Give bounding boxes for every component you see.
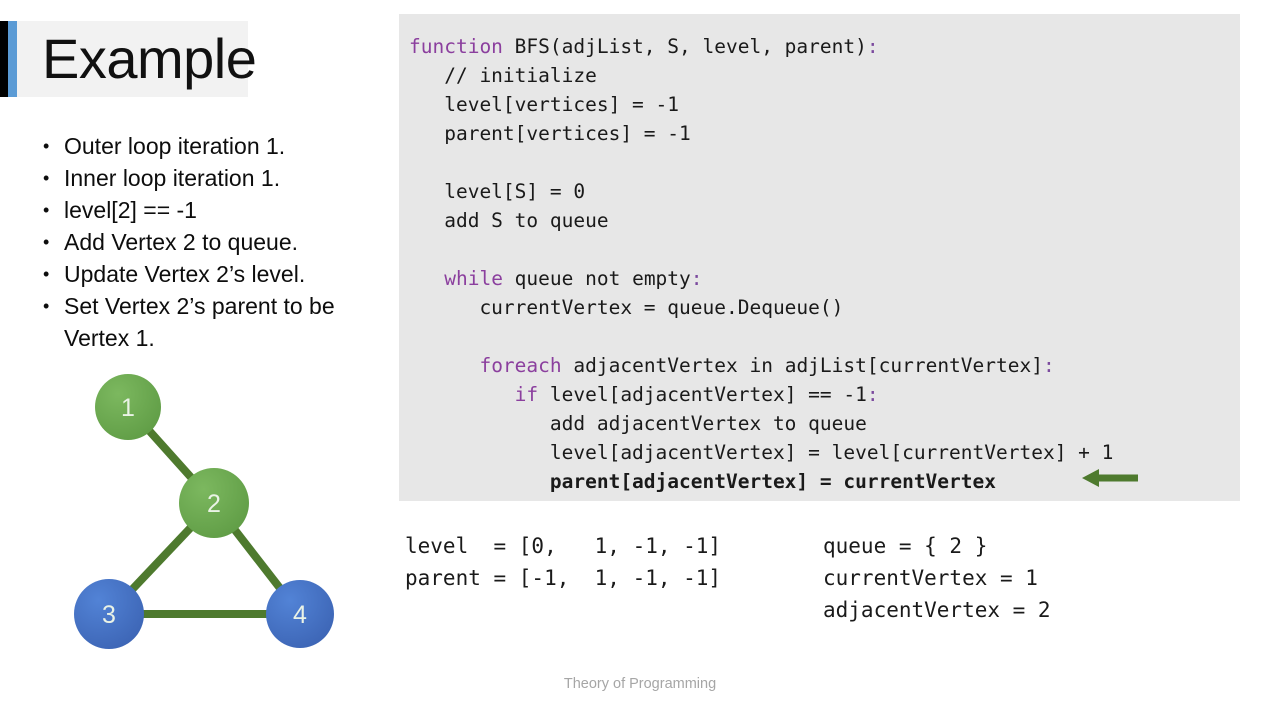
list-item: • Outer loop iteration 1.: [36, 130, 376, 162]
code-line: // initialize: [409, 61, 1240, 90]
code-token: level[adjacentVertex] == -1: [538, 383, 867, 406]
list-item-label: Update Vertex 2’s level.: [64, 261, 306, 287]
page-title: Example: [42, 27, 257, 90]
pseudocode-panel: function BFS(adjList, S, level, parent):…: [399, 14, 1240, 501]
list-item: • Set Vertex 2’s parent to be Vertex 1.: [36, 290, 376, 354]
graph-diagram: 1 2 3 4: [50, 360, 370, 660]
title-accent-bar-blue: [8, 21, 17, 97]
graph-node-label: 2: [207, 490, 221, 518]
list-item: • Update Vertex 2’s level.: [36, 258, 376, 290]
code-line: parent[vertices] = -1: [409, 119, 1240, 148]
graph-node-3: 3: [74, 579, 144, 649]
code-token: :: [866, 35, 879, 58]
code-line: add S to queue: [409, 206, 1240, 235]
code-token: level[adjacentVertex] = level[currentVer…: [409, 441, 1114, 464]
graph-svg: 1 2 3 4: [74, 374, 334, 649]
code-token: BFS(adjList, S, level, parent): [502, 35, 867, 58]
code-token: :: [690, 267, 703, 290]
footer-attribution: Theory of Programming: [563, 676, 717, 692]
code-token: queue not empty: [502, 267, 691, 290]
list-item: • Inner loop iteration 1.: [36, 162, 376, 194]
code-token: :: [866, 383, 879, 406]
code-line: level[vertices] = -1: [409, 90, 1240, 119]
left-arrow-icon: [1082, 469, 1138, 487]
code-token: add adjacentVertex to queue: [409, 412, 867, 435]
code-token: while: [444, 267, 503, 290]
variable-line: queue = { 2 }: [823, 534, 988, 558]
code-token: parent[adjacentVertex] = currentVertex: [409, 470, 996, 493]
code-line: level[S] = 0: [409, 177, 1240, 206]
list-item: • Add Vertex 2 to queue.: [36, 226, 376, 258]
code-token: if: [514, 383, 539, 406]
graph-node-4: 4: [266, 580, 334, 648]
graph-node-label: 1: [121, 394, 135, 422]
code-token: level[vertices] = -1: [409, 93, 680, 116]
graph-node-1: 1: [95, 374, 161, 440]
list-item-label: Outer loop iteration 1.: [64, 133, 286, 159]
bullet-marker-icon: •: [43, 168, 50, 188]
code-token: // initialize: [409, 64, 597, 87]
code-line: foreach adjacentVertex in adjList[curren…: [409, 351, 1240, 380]
bullet-marker-icon: •: [43, 296, 50, 316]
list-item-label: Inner loop iteration 1.: [64, 165, 281, 191]
code-token: foreach: [479, 354, 562, 377]
code-token: function: [409, 35, 503, 58]
pseudocode-lines: function BFS(adjList, S, level, parent):…: [409, 32, 1240, 496]
code-line: level[adjacentVertex] = level[currentVer…: [409, 438, 1240, 467]
code-line: currentVertex = queue.Dequeue(): [409, 293, 1240, 322]
variable-line: parent = [-1, 1, -1, -1]: [405, 566, 722, 590]
list-item-label: level[2] == -1: [64, 197, 197, 223]
title-accent-bar-dark: [0, 21, 8, 97]
bullet-marker-icon: •: [43, 200, 50, 220]
list-item-label: Set Vertex 2’s parent to be Vertex 1.: [64, 293, 335, 351]
bullet-marker-icon: •: [43, 136, 50, 156]
code-token: level[S] = 0: [409, 180, 586, 203]
bullet-list: • Outer loop iteration 1. • Inner loop iter…: [36, 130, 376, 354]
code-line: while queue not empty:: [409, 264, 1240, 293]
code-token: currentVertex = queue.Dequeue(): [409, 296, 844, 319]
graph-node-label: 3: [102, 601, 116, 629]
bullet-marker-icon: •: [43, 264, 50, 284]
list-item-label: Add Vertex 2 to queue.: [64, 229, 299, 255]
code-line: function BFS(adjList, S, level, parent):: [409, 32, 1240, 61]
variable-state-left: level = [0, 1, -1, -1] parent = [-1, 1, -…: [405, 530, 721, 594]
code-token: :: [1042, 354, 1055, 377]
variable-line: level = [0, 1, -1, -1]: [405, 534, 722, 558]
graph-node-2: 2: [179, 468, 249, 538]
variable-state-right: queue = { 2 } currentVertex = 1 adjacentVe…: [823, 530, 1051, 626]
code-line: add adjacentVertex to queue: [409, 409, 1240, 438]
code-line: if level[adjacentVertex] == -1:: [409, 380, 1240, 409]
list-item: • level[2] == -1: [36, 194, 376, 226]
code-token: adjacentVertex in adjList[currentVertex]: [561, 354, 1043, 377]
variable-line: currentVertex = 1: [823, 566, 1038, 590]
graph-node-label: 4: [293, 601, 307, 629]
code-token: add S to queue: [409, 209, 609, 232]
graph-nodes: 1 2 3 4: [74, 374, 334, 649]
variable-line: adjacentVertex = 2: [823, 598, 1051, 622]
code-token: parent[vertices] = -1: [409, 122, 691, 145]
bullet-marker-icon: •: [43, 232, 50, 252]
